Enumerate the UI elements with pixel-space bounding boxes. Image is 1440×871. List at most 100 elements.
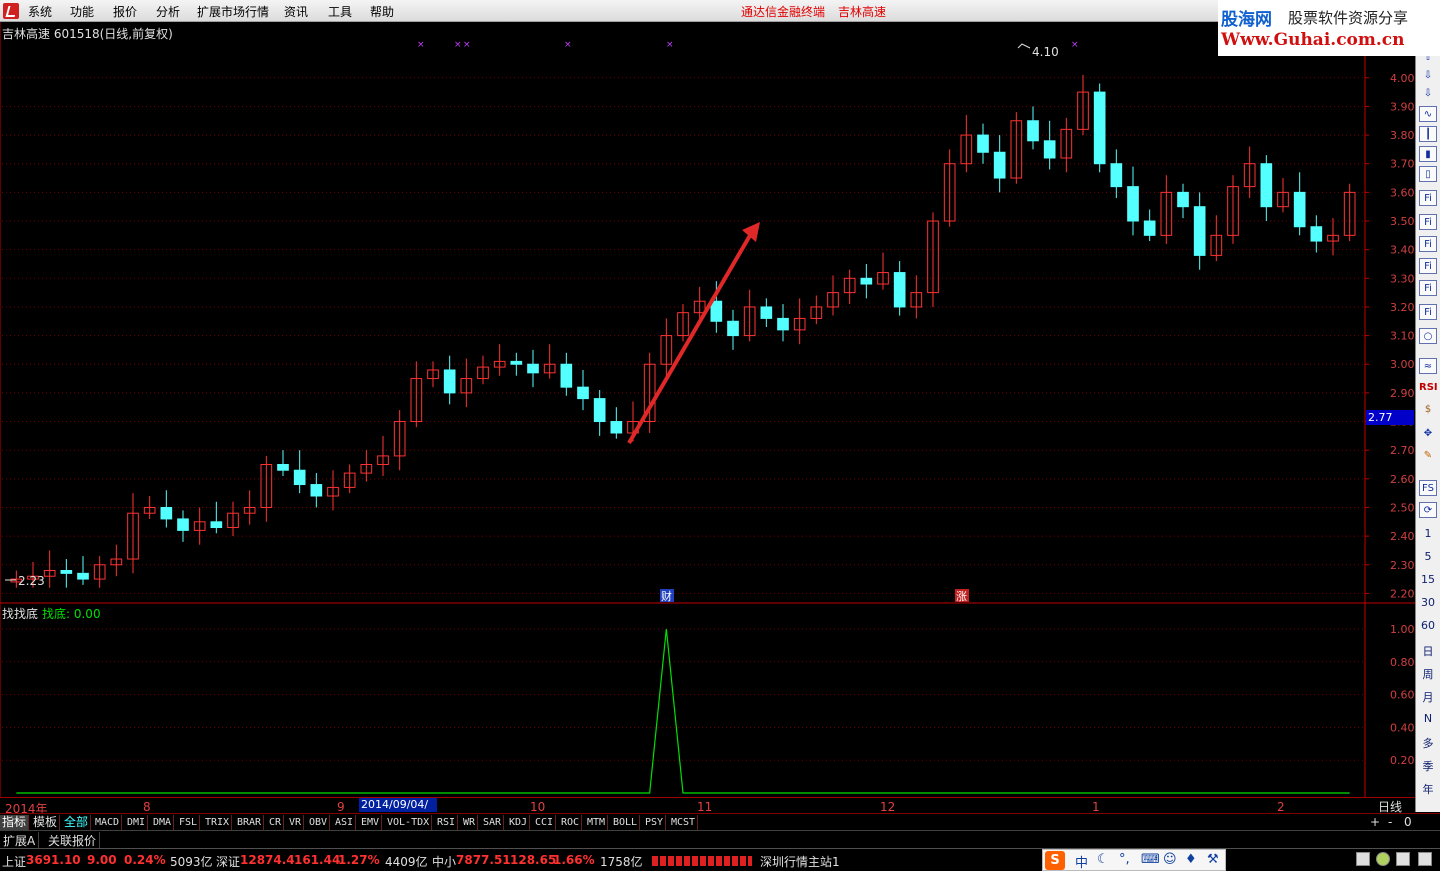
window-tray-icon[interactable] bbox=[1356, 852, 1370, 866]
tab-macd[interactable]: MACD bbox=[93, 815, 123, 830]
pencil-icon[interactable]: ✎ bbox=[1419, 448, 1437, 464]
kline-bar-icon[interactable]: ┃ bbox=[1419, 126, 1437, 142]
tab-rsi[interactable]: RSI bbox=[435, 815, 459, 830]
server-name[interactable]: 深圳行情主站1 bbox=[760, 853, 840, 870]
period-30min[interactable]: 30 bbox=[1416, 596, 1440, 609]
tab-vr[interactable]: VR bbox=[287, 815, 305, 830]
circle-icon[interactable]: ○ bbox=[1419, 328, 1437, 344]
moon-icon[interactable]: ☾ bbox=[1097, 852, 1109, 867]
tab-fsl[interactable]: FSL bbox=[177, 815, 201, 830]
tab-wr[interactable]: WR bbox=[461, 815, 479, 830]
period-day[interactable]: 日 bbox=[1416, 643, 1440, 659]
wave-icon[interactable]: ≈ bbox=[1419, 358, 1437, 374]
candle-body-down bbox=[993, 151, 1006, 179]
period-quarter[interactable]: 季 bbox=[1416, 758, 1440, 774]
ime-mode[interactable]: 中 bbox=[1075, 852, 1088, 871]
rsi-button[interactable]: RSI bbox=[1419, 380, 1438, 396]
indicator-btn-3[interactable]: Fi bbox=[1419, 236, 1437, 252]
tab-vol-tdx[interactable]: VOL-TDX bbox=[385, 815, 433, 830]
period-5min[interactable]: 5 bbox=[1416, 550, 1440, 563]
tab-emv[interactable]: EMV bbox=[359, 815, 383, 830]
candle bbox=[1310, 215, 1323, 253]
tab-all[interactable]: 全部 bbox=[62, 815, 92, 830]
arrow-down-icon[interactable]: ⇩ bbox=[1419, 68, 1437, 84]
ime-toolbar[interactable]: S 中 ☾ °, ⌨ ☺ ♦ ⚒ bbox=[1042, 849, 1226, 871]
tab-template[interactable]: 模板 bbox=[31, 815, 61, 830]
candle bbox=[643, 352, 656, 433]
menu-help[interactable]: 帮助 bbox=[370, 3, 394, 20]
zoom-reset-button[interactable]: 0 bbox=[1404, 815, 1412, 829]
indicator-btn-2[interactable]: Fi bbox=[1419, 214, 1437, 230]
sz-index-pct: 1.27% bbox=[338, 853, 380, 867]
punctuation-icon[interactable]: °, bbox=[1119, 852, 1130, 867]
tab-trix[interactable]: TRIX bbox=[203, 815, 233, 830]
tab-obv[interactable]: OBV bbox=[307, 815, 331, 830]
tab-dmi[interactable]: DMI bbox=[125, 815, 149, 830]
kline-hollow-icon[interactable]: ▯ bbox=[1419, 166, 1437, 182]
tab-dma[interactable]: DMA bbox=[151, 815, 175, 830]
tab-mcst[interactable]: MCST bbox=[669, 815, 699, 830]
period-week[interactable]: 周 bbox=[1416, 666, 1440, 682]
menu-quote[interactable]: 报价 bbox=[113, 3, 137, 20]
user-icon[interactable]: ☺ bbox=[1163, 852, 1177, 867]
candle bbox=[610, 407, 623, 439]
tab-indicator[interactable]: 指标 bbox=[0, 815, 30, 830]
refresh-icon[interactable]: ⟳ bbox=[1419, 502, 1437, 518]
period-year[interactable]: 年 bbox=[1416, 781, 1440, 797]
period-1min[interactable]: 1 bbox=[1416, 527, 1440, 540]
indicator-btn-1[interactable]: Fi bbox=[1419, 190, 1437, 206]
status-tray-icon[interactable] bbox=[1376, 852, 1390, 866]
kline-chart[interactable]: 4.00 3.90 3.80 3.70 3.60 3.50 3.40 3.30 3.20 3.10… bbox=[0, 22, 1415, 798]
keyboard-icon[interactable]: ⌨ bbox=[1141, 852, 1160, 867]
period-n[interactable]: N bbox=[1416, 712, 1440, 725]
tab-psy[interactable]: PSY bbox=[643, 815, 667, 830]
zoom-in-button[interactable]: + bbox=[1370, 815, 1380, 829]
candle bbox=[910, 275, 923, 319]
candle-body-down bbox=[160, 506, 173, 520]
menu-tools[interactable]: 工具 bbox=[328, 3, 352, 20]
sogou-logo-icon[interactable]: S bbox=[1045, 851, 1065, 870]
tab-sar[interactable]: SAR bbox=[481, 815, 505, 830]
menu-news[interactable]: 资讯 bbox=[284, 3, 308, 20]
kline-candle-icon[interactable]: ▮ bbox=[1419, 146, 1437, 162]
wrench-icon[interactable]: ⚒ bbox=[1207, 852, 1219, 867]
tab-kdj[interactable]: KDJ bbox=[507, 815, 531, 830]
candle bbox=[1343, 183, 1356, 242]
settings-tray-icon[interactable] bbox=[1418, 852, 1432, 866]
candle bbox=[1177, 183, 1189, 219]
indicator-name[interactable]: 找找底 bbox=[2, 605, 38, 622]
money-bag-icon[interactable]: $ bbox=[1419, 402, 1437, 418]
menu-analysis[interactable]: 分析 bbox=[156, 3, 180, 20]
tab-boll[interactable]: BOLL bbox=[611, 815, 641, 830]
menu-extended-market[interactable]: 扩展市场行情 bbox=[197, 3, 269, 20]
move-cross-icon[interactable]: ✥ bbox=[1419, 426, 1437, 442]
tab-cci[interactable]: CCI bbox=[533, 815, 557, 830]
tab-brar[interactable]: BRAR bbox=[235, 815, 265, 830]
date-label-nov: 11 bbox=[697, 800, 713, 814]
indicator-btn-6[interactable]: Fi bbox=[1419, 304, 1437, 320]
fs-button[interactable]: FS bbox=[1419, 480, 1437, 496]
period-15min[interactable]: 15 bbox=[1416, 573, 1440, 586]
tab-related-quote[interactable]: 关联报价 bbox=[45, 832, 101, 849]
zoom-out-button[interactable]: - bbox=[1388, 815, 1392, 829]
tab-asi[interactable]: ASI bbox=[333, 815, 357, 830]
kline-line-icon[interactable]: ∿ bbox=[1419, 106, 1437, 122]
menu-system[interactable]: 系统 bbox=[28, 3, 52, 20]
tab-extension-a[interactable]: 扩展A bbox=[0, 832, 40, 849]
period-multi[interactable]: 多 bbox=[1416, 735, 1440, 751]
period-month[interactable]: 月 bbox=[1416, 689, 1440, 705]
indicator-btn-4[interactable]: Fi bbox=[1419, 258, 1437, 274]
tab-mtm[interactable]: MTM bbox=[585, 815, 609, 830]
period-60min[interactable]: 60 bbox=[1416, 619, 1440, 632]
shirt-icon[interactable]: ♦ bbox=[1185, 852, 1197, 867]
arrow-down-small-icon[interactable]: ⇩ bbox=[1419, 86, 1437, 102]
indicator-btn-5[interactable]: Fi bbox=[1419, 280, 1437, 296]
candle bbox=[1227, 175, 1239, 244]
menu-function[interactable]: 功能 bbox=[70, 3, 94, 20]
price-tick-label: 3.00 bbox=[1390, 358, 1415, 371]
network-tray-icon[interactable] bbox=[1396, 852, 1410, 866]
app-logo-icon[interactable] bbox=[3, 3, 19, 19]
tab-roc[interactable]: ROC bbox=[559, 815, 583, 830]
candle bbox=[60, 559, 73, 588]
tab-cr[interactable]: CR bbox=[267, 815, 285, 830]
